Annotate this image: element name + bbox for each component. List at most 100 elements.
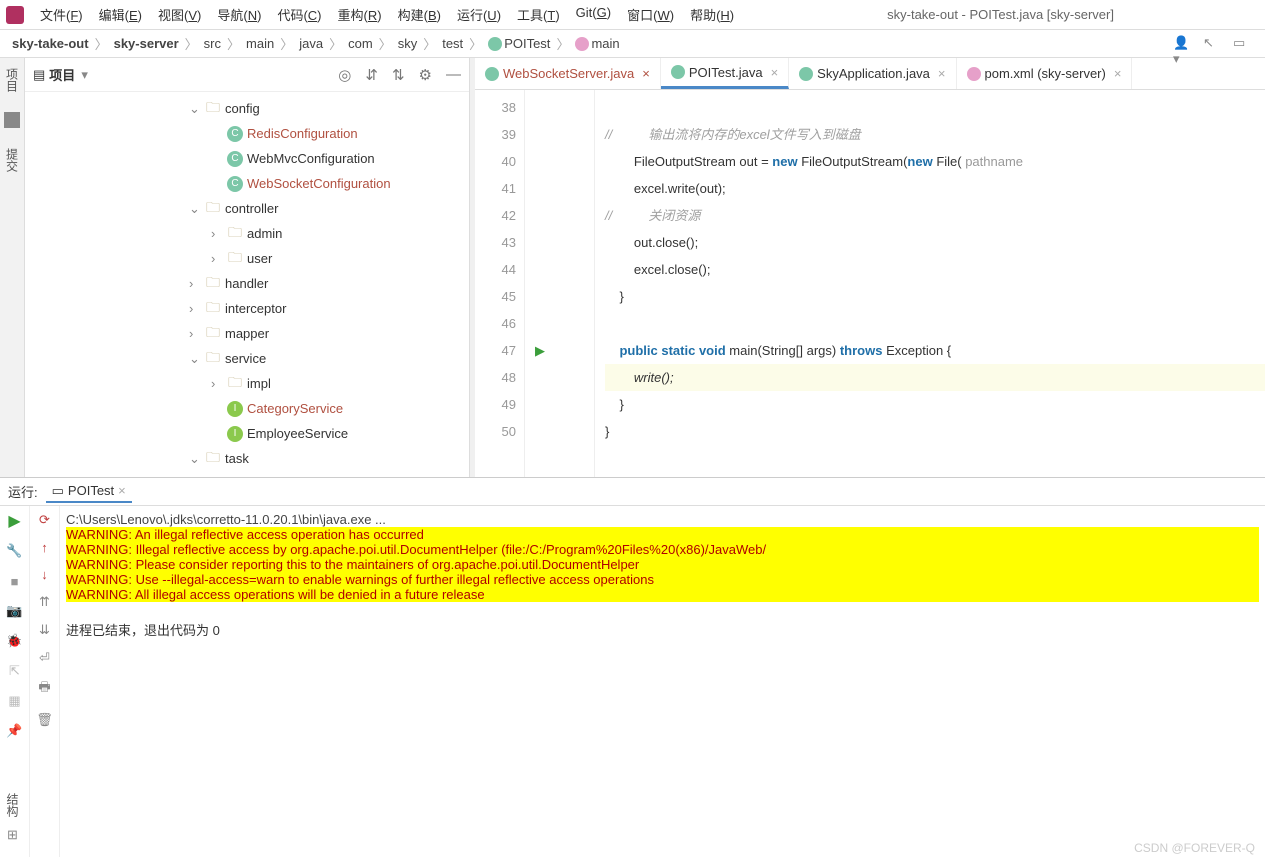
crumb[interactable]: java — [293, 34, 329, 53]
menu-item[interactable]: 文件(F) — [32, 1, 91, 28]
collapse-icon[interactable]: ⇅ — [392, 66, 405, 84]
gutter-slot[interactable] — [525, 229, 555, 256]
close-icon[interactable]: × — [118, 483, 126, 498]
user-icon[interactable]: 👤▾ — [1173, 35, 1191, 53]
code-line[interactable]: FileOutputStream out = new FileOutputStr… — [605, 148, 1265, 175]
folder-icon[interactable] — [4, 112, 20, 128]
crumb[interactable]: sky-server — [108, 34, 185, 53]
chevron-icon[interactable]: ⌄ — [189, 201, 203, 217]
crumb[interactable]: POITest — [482, 34, 556, 54]
close-icon[interactable]: × — [642, 66, 650, 81]
gutter-slot[interactable] — [525, 94, 555, 121]
tree-row[interactable]: CWebSocketConfiguration — [25, 171, 469, 196]
tree-row[interactable]: ⌄🗀config — [25, 96, 469, 121]
stop-button[interactable]: ■ — [6, 572, 24, 590]
target-icon[interactable]: ◎ — [338, 66, 351, 84]
menu-item[interactable]: Git(G) — [568, 1, 619, 28]
chevron-icon[interactable]: › — [211, 251, 225, 266]
gutter-slot[interactable] — [525, 391, 555, 418]
project-tree[interactable]: ⌄🗀configCRedisConfigurationCWebMvcConfig… — [25, 92, 469, 477]
code-line[interactable]: out.close(); — [605, 229, 1265, 256]
tree-row[interactable]: ›🗀interceptor — [25, 296, 469, 321]
trash-icon[interactable]: 🗑 — [36, 712, 53, 728]
bug-icon[interactable]: 🐞 — [6, 632, 24, 650]
close-icon[interactable]: × — [1114, 66, 1122, 81]
close-icon[interactable]: × — [771, 65, 779, 80]
tree-row[interactable]: ›🗀user — [25, 246, 469, 271]
back-icon[interactable]: ↖ — [1203, 35, 1221, 53]
gutter-slot[interactable]: ▶ — [525, 337, 555, 364]
tree-down-icon[interactable]: ⇊ — [39, 622, 50, 638]
menu-item[interactable]: 代码(C) — [269, 1, 329, 28]
chevron-icon[interactable]: ⌄ — [189, 101, 203, 117]
tree-row[interactable]: ⌄🗀task — [25, 446, 469, 471]
console[interactable]: C:\Users\Lenovo\.jdks\corretto-11.0.20.1… — [60, 506, 1265, 857]
hide-icon[interactable]: — — [446, 66, 461, 84]
tree-row[interactable]: ⌄🗀service — [25, 346, 469, 371]
tree-row[interactable]: CRedisConfiguration — [25, 121, 469, 146]
tree-up-icon[interactable]: ⇈ — [39, 594, 50, 610]
expand-icon[interactable]: ⇵ — [365, 66, 378, 84]
gutter-slot[interactable] — [525, 364, 555, 391]
camera-icon[interactable]: 📷 — [6, 602, 24, 620]
export-icon[interactable]: ⇱ — [6, 662, 24, 680]
chevron-down-icon[interactable]: ▾ — [81, 67, 88, 83]
breadcrumb[interactable]: sky-take-out〉sky-server〉src〉main〉java〉co… — [6, 34, 626, 54]
code-line[interactable]: // 输出流将内存的excel文件写入到磁盘 — [605, 121, 1265, 148]
split-icon[interactable]: ▭ — [1233, 35, 1251, 53]
gutter-slot[interactable] — [525, 202, 555, 229]
menu-item[interactable]: 窗口(W) — [619, 1, 682, 28]
tree-row[interactable]: ›🗀mapper — [25, 321, 469, 346]
code-line[interactable] — [605, 310, 1265, 337]
up-arrow-icon[interactable]: ↑ — [41, 540, 48, 555]
gear-icon[interactable]: ⚙ — [419, 66, 432, 84]
code-line[interactable]: } — [605, 391, 1265, 418]
pin-icon[interactable]: 📌 — [6, 722, 24, 740]
menu-item[interactable]: 编辑(E) — [91, 1, 150, 28]
code-line[interactable]: public static void main(String[] args) t… — [605, 337, 1265, 364]
crumb[interactable]: sky — [392, 34, 424, 53]
print-icon[interactable]: 🖶 — [38, 678, 50, 700]
breakpoint-gutter[interactable] — [555, 90, 595, 477]
run-tab[interactable]: ▭ POITest × — [46, 481, 132, 503]
code-line[interactable] — [605, 94, 1265, 121]
crumb[interactable]: main — [569, 34, 625, 54]
tree-row[interactable]: IEmployeeService — [25, 421, 469, 446]
gutter-slot[interactable] — [525, 121, 555, 148]
chevron-icon[interactable]: › — [211, 226, 225, 241]
close-icon[interactable]: × — [938, 66, 946, 81]
code-line[interactable]: // 关闭资源 — [605, 202, 1265, 229]
layout-icon[interactable]: ▦ — [6, 692, 24, 710]
project-title[interactable]: 项目 — [49, 65, 75, 84]
strip-commit[interactable]: 提交 — [4, 148, 21, 172]
strip-project[interactable]: 项目 — [4, 68, 21, 92]
strip-structure[interactable]: 结构 — [4, 793, 21, 817]
run-marker-icon[interactable]: ▶ — [535, 343, 545, 359]
gutter-slot[interactable] — [525, 283, 555, 310]
code-line[interactable]: } — [605, 418, 1265, 445]
run-button[interactable]: ▶ — [6, 512, 24, 530]
crumb[interactable]: test — [436, 34, 469, 53]
gutter-slot[interactable] — [525, 418, 555, 445]
menu-item[interactable]: 运行(U) — [449, 1, 509, 28]
chevron-icon[interactable]: ⌄ — [189, 351, 203, 367]
crumb[interactable]: com — [342, 34, 379, 53]
tree-row[interactable]: ›🗀impl — [25, 371, 469, 396]
grid-icon[interactable]: ⊞ — [7, 827, 18, 843]
menu-item[interactable]: 重构(R) — [330, 1, 390, 28]
code-line[interactable]: excel.write(out); — [605, 175, 1265, 202]
down-arrow-icon[interactable]: ↓ — [41, 567, 48, 582]
code-area[interactable]: // 输出流将内存的excel文件写入到磁盘 FileOutputStream … — [595, 90, 1265, 477]
menu-item[interactable]: 工具(T) — [509, 1, 568, 28]
crumb[interactable]: main — [240, 34, 280, 53]
tree-row[interactable]: ICategoryService — [25, 396, 469, 421]
tree-row[interactable]: CWebMvcConfiguration — [25, 146, 469, 171]
gutter-slot[interactable] — [525, 310, 555, 337]
tree-row[interactable]: ›🗀admin — [25, 221, 469, 246]
editor-tab[interactable]: SkyApplication.java× — [789, 58, 956, 89]
menu-item[interactable]: 构建(B) — [390, 1, 449, 28]
menu-item[interactable]: 视图(V) — [150, 1, 209, 28]
menu-item[interactable]: 帮助(H) — [682, 1, 742, 28]
chevron-icon[interactable]: › — [189, 326, 203, 341]
gutter-slot[interactable] — [525, 256, 555, 283]
